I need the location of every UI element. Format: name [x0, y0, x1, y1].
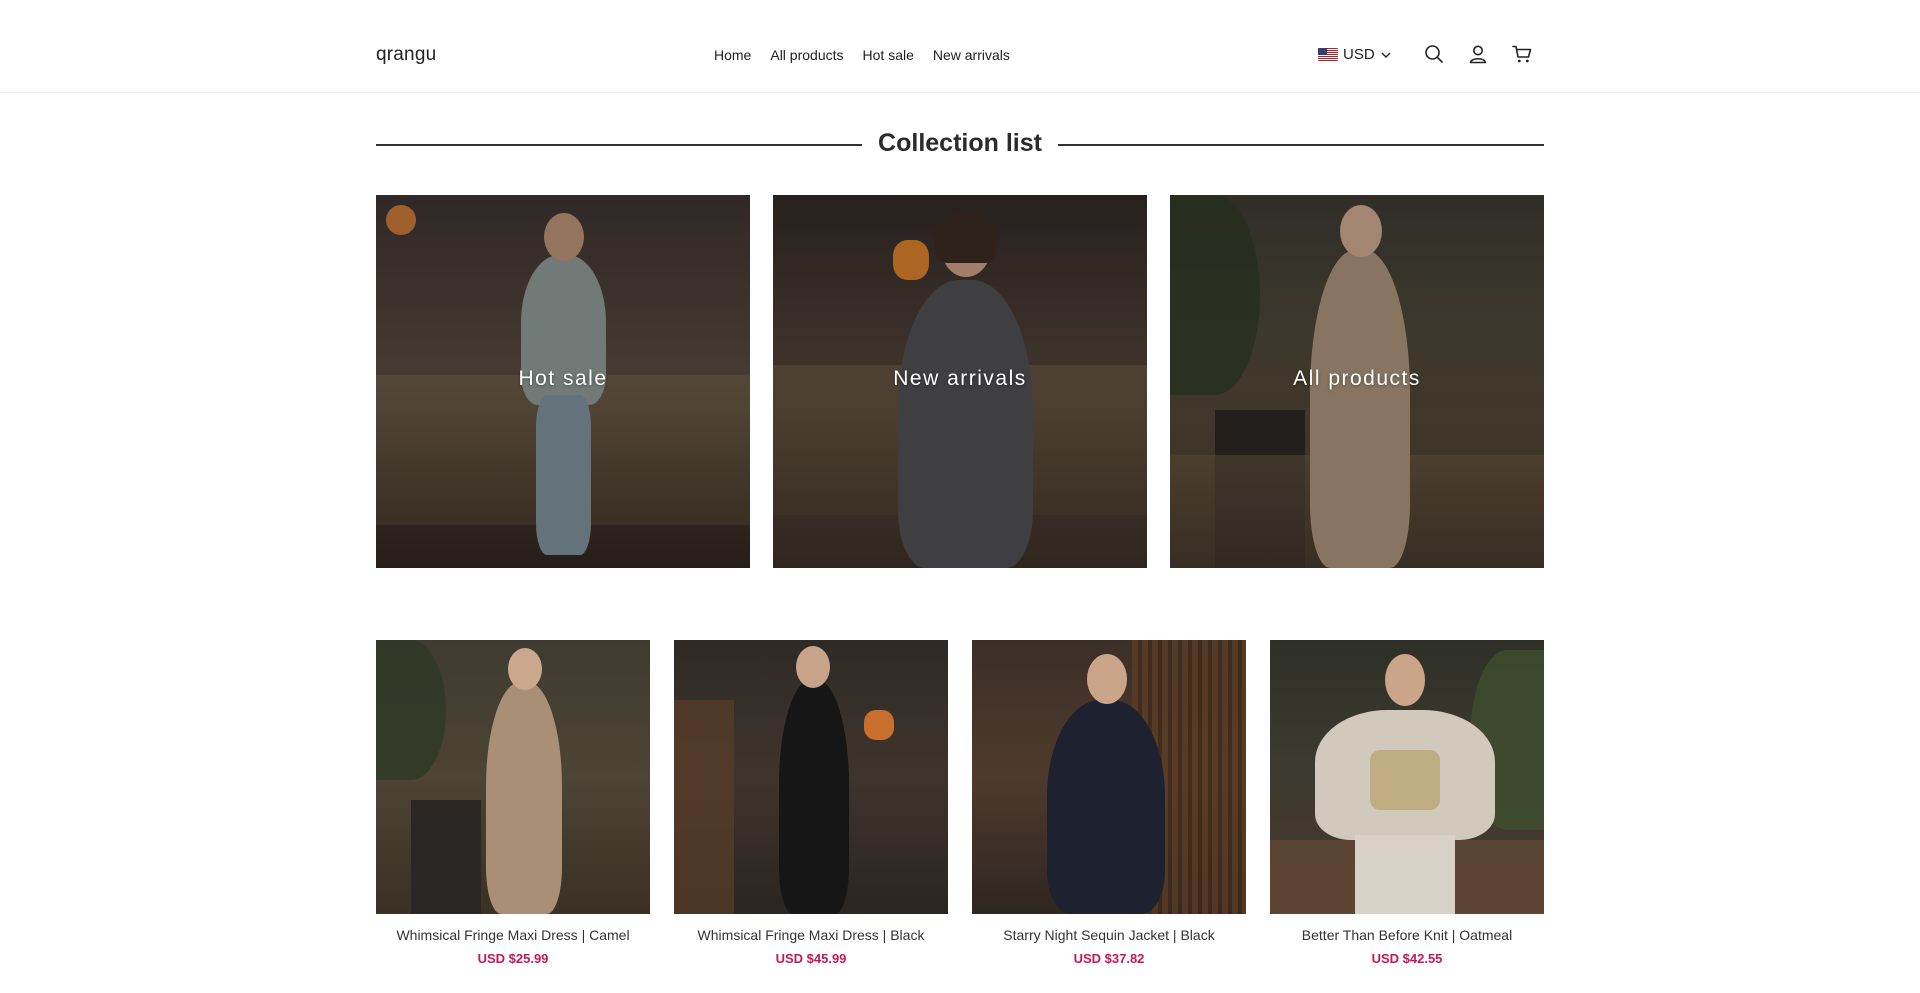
- collection-tile-hot-sale[interactable]: Hot sale: [376, 195, 750, 568]
- product-price: USD $45.99: [775, 951, 847, 966]
- collection-label: Hot sale: [518, 367, 608, 390]
- collection-label: New arrivals: [893, 367, 1027, 390]
- collection-tile-all-products[interactable]: All products: [1170, 195, 1544, 568]
- site-logo[interactable]: qrangu: [376, 44, 436, 66]
- nav-home[interactable]: Home: [714, 47, 751, 63]
- cart-icon[interactable]: [1511, 43, 1533, 65]
- product-card[interactable]: Starry Night Sequin Jacket | Black USD $…: [972, 640, 1246, 966]
- product-price: USD $25.99: [477, 951, 549, 966]
- product-card[interactable]: Better Than Before Knit | Oatmeal USD $4…: [1270, 640, 1544, 966]
- product-image: [376, 640, 650, 914]
- site-header: qrangu Home All products Hot sale New ar…: [0, 0, 1920, 93]
- product-name: Better Than Before Knit | Oatmeal: [1301, 927, 1513, 943]
- product-name: Whimsical Fringe Maxi Dress | Camel: [396, 927, 630, 943]
- nav-new-arrivals[interactable]: New arrivals: [933, 47, 1010, 63]
- product-image: [674, 640, 948, 914]
- search-icon[interactable]: [1423, 43, 1445, 65]
- nav-all-products[interactable]: All products: [770, 47, 843, 63]
- product-image: [1270, 640, 1544, 914]
- currency-selector[interactable]: USD: [1318, 46, 1392, 63]
- product-price: USD $37.82: [1073, 951, 1145, 966]
- product-card[interactable]: Whimsical Fringe Maxi Dress | Black USD …: [674, 640, 948, 966]
- collection-label: All products: [1293, 367, 1421, 390]
- collection-tile-new-arrivals[interactable]: New arrivals: [773, 195, 1147, 568]
- heading-divider-right: [1058, 144, 1544, 146]
- product-name: Whimsical Fringe Maxi Dress | Black: [697, 927, 925, 943]
- currency-label: USD: [1343, 46, 1375, 63]
- product-price: USD $42.55: [1371, 951, 1443, 966]
- product-card[interactable]: Whimsical Fringe Maxi Dress | Camel USD …: [376, 640, 650, 966]
- nav-hot-sale[interactable]: Hot sale: [863, 47, 914, 63]
- chevron-down-icon: [1381, 52, 1391, 58]
- collection-list-heading-row: Collection list: [376, 127, 1544, 163]
- account-icon[interactable]: [1467, 43, 1489, 65]
- product-name: Starry Night Sequin Jacket | Black: [1003, 927, 1215, 943]
- us-flag-icon: [1318, 48, 1338, 61]
- product-image: [972, 640, 1246, 914]
- main-nav: Home All products Hot sale New arrivals: [714, 47, 1029, 63]
